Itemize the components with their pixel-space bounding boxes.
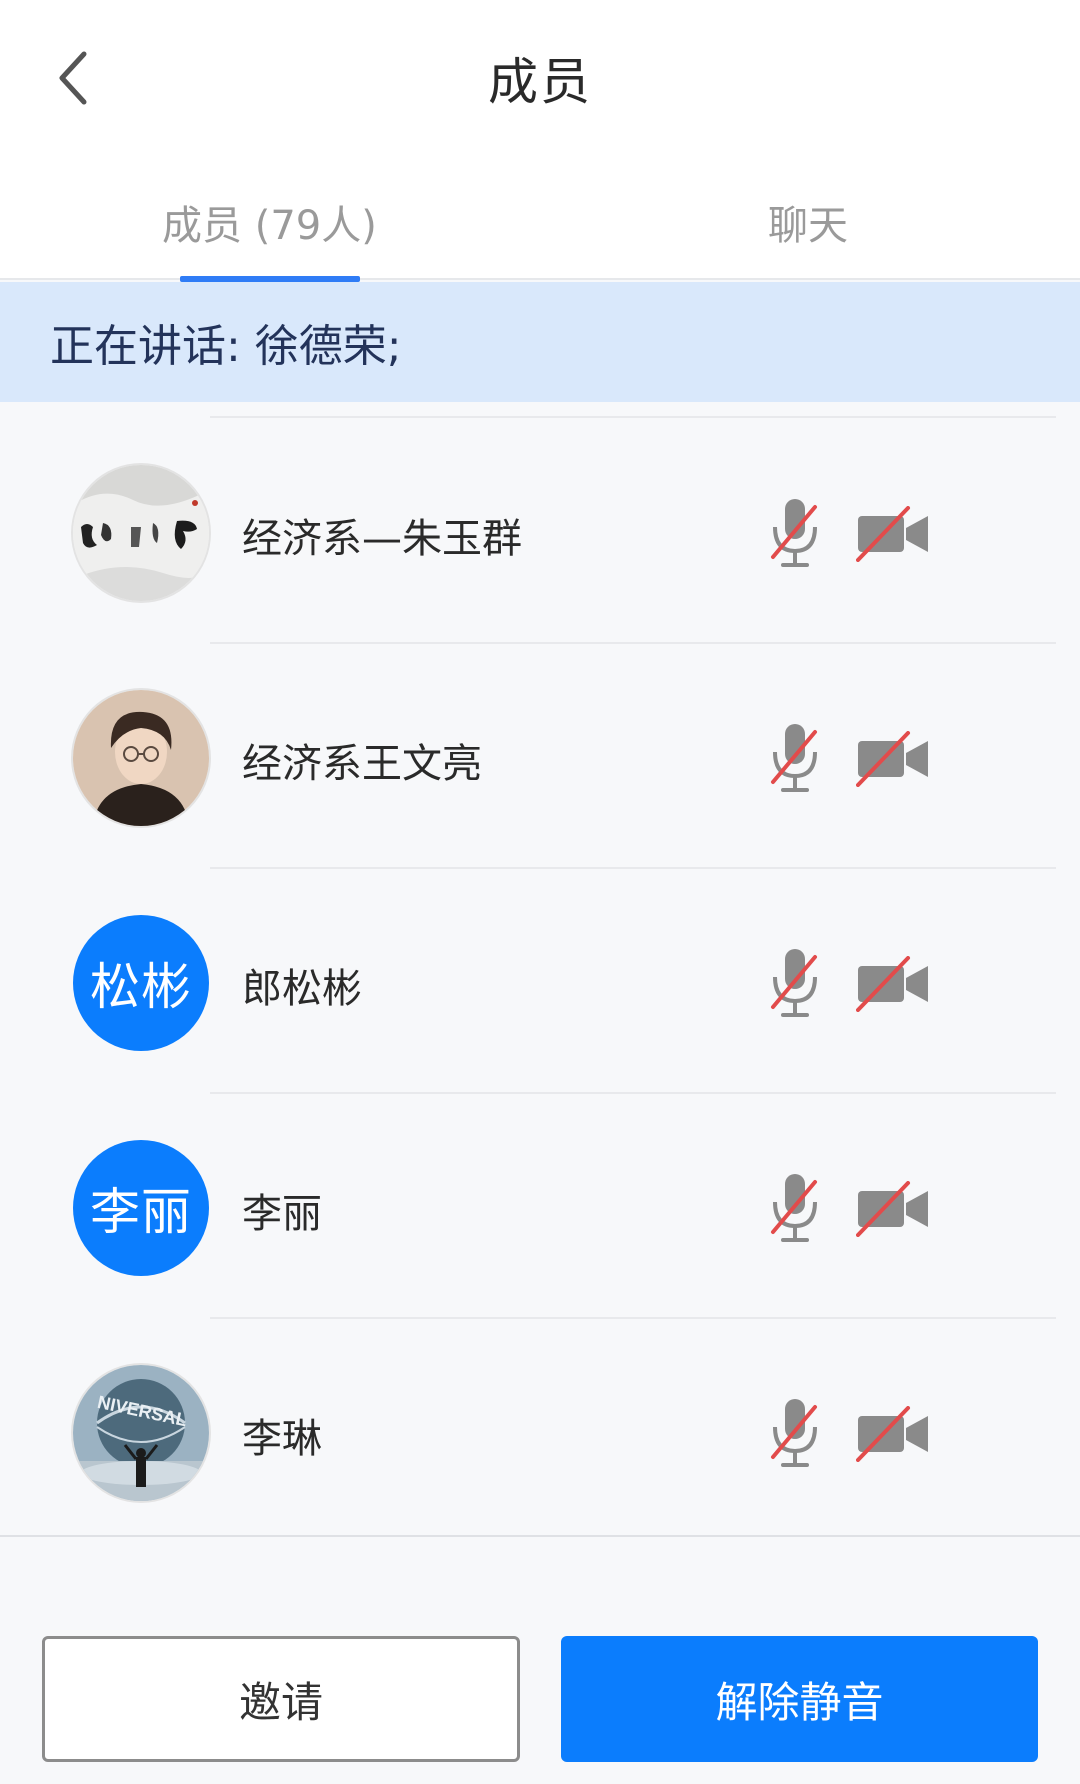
member-row[interactable]: NIVERSAL 李琳 [0, 1318, 1080, 1543]
member-name: 李琳 [242, 1416, 322, 1462]
avatar-initials: 李丽 [90, 1183, 192, 1241]
avatar-initials: 松彬 [90, 958, 192, 1016]
avatar[interactable] [73, 465, 209, 601]
microphone-muted-icon[interactable] [765, 493, 825, 573]
member-row[interactable]: 松彬 郎松彬 [0, 868, 1080, 1093]
speaking-banner: 正在讲话: 徐德荣; [0, 282, 1080, 402]
invite-button[interactable]: 邀请 [42, 1636, 520, 1762]
camera-off-icon[interactable] [856, 1406, 930, 1462]
member-name: 经济系—朱玉群 [242, 516, 522, 562]
camera-off-icon[interactable] [856, 956, 930, 1012]
unmute-button[interactable]: 解除静音 [561, 1636, 1038, 1762]
camera-off-icon[interactable] [856, 731, 930, 787]
page-title: 成员 [488, 53, 592, 111]
microphone-muted-icon[interactable] [765, 1168, 825, 1248]
top-bar: 成员 [0, 0, 1080, 155]
illustrated-person-avatar-image [73, 690, 209, 826]
avatar[interactable]: 李丽 [73, 1140, 209, 1276]
member-name: 郎松彬 [242, 966, 362, 1012]
tab-bar: 成员 (79人) 聊天 [0, 155, 1080, 282]
member-row[interactable]: 经济系—朱玉群 [0, 418, 1080, 643]
microphone-muted-icon[interactable] [765, 718, 825, 798]
avatar[interactable]: NIVERSAL [73, 1365, 209, 1501]
universal-globe-avatar-image: NIVERSAL [73, 1365, 209, 1501]
speaking-text: 正在讲话: 徐德荣; [50, 321, 402, 372]
camera-off-icon[interactable] [856, 1181, 930, 1237]
member-name: 李丽 [242, 1191, 322, 1237]
member-name: 经济系王文亮 [242, 741, 482, 787]
member-row[interactable]: 经济系王文亮 [0, 643, 1080, 868]
tab-members[interactable]: 成员 (79人) [162, 193, 377, 251]
member-list[interactable]: 经济系—朱玉群 经济系王文亮 松彬 郎松彬 李丽 李丽 NIVERSAL 李琳 [0, 402, 1080, 1537]
member-row[interactable]: 李丽 李丽 [0, 1093, 1080, 1318]
calligraphy-avatar-image [73, 465, 209, 601]
avatar[interactable] [73, 690, 209, 826]
microphone-muted-icon[interactable] [765, 943, 825, 1023]
tab-chat[interactable]: 聊天 [768, 193, 848, 251]
microphone-muted-icon[interactable] [765, 1393, 825, 1473]
camera-off-icon[interactable] [856, 506, 930, 562]
avatar[interactable]: 松彬 [73, 915, 209, 1051]
